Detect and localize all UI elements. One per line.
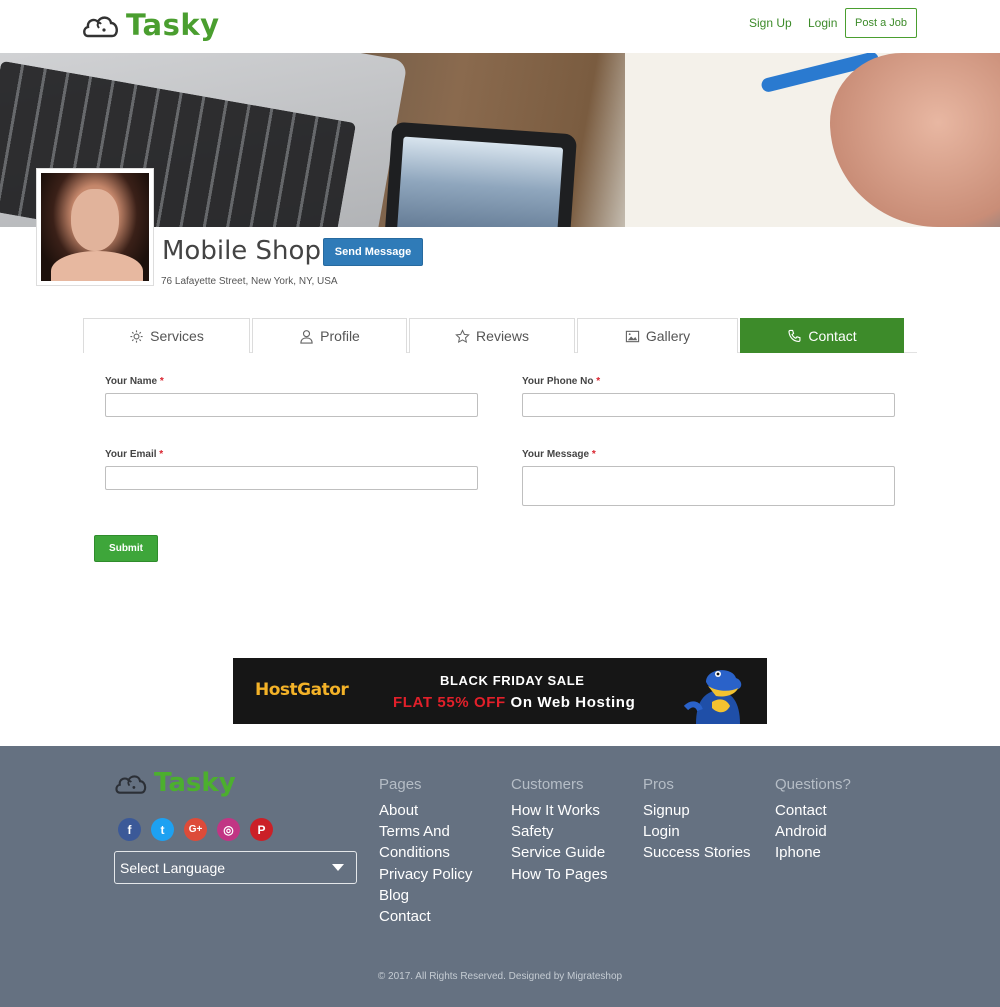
tab-profile-label: Profile	[320, 328, 360, 344]
required-mark: *	[159, 449, 164, 460]
logo-text: Tasky	[126, 8, 220, 42]
submit-button[interactable]: Submit	[94, 535, 158, 562]
footer-col-heading: Questions?	[775, 776, 851, 793]
tab-reviews[interactable]: Reviews	[409, 318, 575, 353]
required-mark: *	[159, 376, 164, 387]
google-plus-icon[interactable]: G+	[184, 818, 207, 841]
hostgator-logo: HostGator	[255, 680, 349, 700]
instagram-icon[interactable]: ◎	[217, 818, 240, 841]
user-icon	[300, 329, 313, 344]
tab-contact-label: Contact	[808, 328, 857, 344]
name-field[interactable]	[105, 393, 478, 417]
footer-link-service-guide[interactable]: Service Guide	[511, 842, 607, 863]
facebook-icon[interactable]: f	[118, 818, 141, 841]
footer-link-signup[interactable]: Signup	[643, 800, 751, 821]
phone-icon	[788, 329, 801, 342]
footer-col-customers: Customers How It Works Safety Service Gu…	[511, 776, 607, 885]
footer-col-heading: Customers	[511, 776, 584, 793]
hostgator-banner-ad[interactable]: HostGator BLACK FRIDAY SALE FLAT 55% OFF…	[233, 658, 767, 724]
footer-col-pros: Pros Signup Login Success Stories	[643, 776, 751, 864]
banner-offer-highlight: FLAT 55% OFF	[393, 694, 506, 711]
image-icon	[625, 330, 639, 342]
tab-reviews-label: Reviews	[476, 328, 529, 344]
name-label: Your Name *	[105, 376, 164, 387]
email-field[interactable]	[105, 466, 478, 490]
gator-mascot-icon	[683, 670, 742, 724]
language-select[interactable]: Select Language	[114, 851, 357, 884]
post-job-button[interactable]: Post a Job	[845, 8, 917, 38]
language-select-value: Select Language	[120, 859, 226, 876]
tab-contact[interactable]: Contact	[740, 318, 904, 353]
banner-offer: FLAT 55% OFF On Web Hosting	[393, 694, 635, 711]
shop-name: Mobile Shop	[162, 236, 321, 266]
footer-link-how-it-works[interactable]: How It Works	[511, 800, 607, 821]
top-navbar: Tasky Sign Up Login Post a Job	[0, 0, 1000, 53]
phone-label: Your Phone No *	[522, 376, 601, 387]
star-icon	[455, 328, 470, 343]
footer-col-heading: Pages	[379, 776, 422, 793]
footer-logo[interactable]: Tasky	[114, 768, 236, 798]
footer-logo-text: Tasky	[154, 768, 236, 798]
gear-icon	[130, 329, 143, 343]
phone-graphic	[383, 121, 578, 227]
footer-link-terms[interactable]: Terms And Conditions	[379, 821, 474, 863]
site-footer: Tasky f t G+ ◎ P Select Language Pages A…	[0, 746, 1000, 1007]
footer-link-login[interactable]: Login	[643, 821, 751, 842]
phone-screen-graphic	[396, 136, 564, 227]
tab-gallery-label: Gallery	[645, 328, 691, 344]
cloud-bunny-logo-icon	[115, 775, 147, 794]
login-link[interactable]: Login	[808, 16, 837, 30]
footer-col-questions: Questions? Contact Android Iphone	[775, 776, 851, 864]
email-label: Your Email *	[105, 449, 164, 460]
twitter-icon[interactable]: t	[151, 818, 174, 841]
footer-link-contact[interactable]: Contact	[379, 906, 474, 927]
footer-link-how-to-pages[interactable]: How To Pages	[511, 864, 607, 885]
required-mark: *	[591, 449, 596, 460]
signup-link[interactable]: Sign Up	[749, 16, 792, 30]
profile-avatar	[36, 168, 154, 286]
footer-link-contact-us[interactable]: Contact	[775, 800, 851, 821]
chevron-down-icon	[332, 864, 344, 871]
tab-profile[interactable]: Profile	[252, 318, 407, 353]
tab-services[interactable]: Services	[83, 318, 250, 353]
message-label: Your Message *	[522, 449, 596, 460]
copyright-text: © 2017. All Rights Reserved. Designed by…	[377, 971, 623, 982]
social-links: f t G+ ◎ P	[118, 818, 273, 841]
footer-col-pages: Pages About Terms And Conditions Privacy…	[379, 776, 474, 927]
footer-link-safety[interactable]: Safety	[511, 821, 607, 842]
footer-link-about[interactable]: About	[379, 800, 474, 821]
footer-col-heading: Pros	[643, 776, 674, 793]
shop-address: 76 Lafayette Street, New York, NY, USA	[161, 276, 338, 287]
required-mark: *	[596, 376, 601, 387]
cloud-bunny-logo-icon	[83, 16, 118, 38]
footer-link-blog[interactable]: Blog	[379, 885, 474, 906]
pinterest-icon[interactable]: P	[250, 818, 273, 841]
banner-offer-rest: On Web Hosting	[510, 694, 636, 711]
send-message-button[interactable]: Send Message	[323, 238, 423, 266]
footer-link-android[interactable]: Android	[775, 821, 851, 842]
site-logo[interactable]: Tasky	[82, 8, 220, 42]
avatar-shoulder	[51, 251, 143, 281]
phone-field[interactable]	[522, 393, 895, 417]
tab-services-label: Services	[150, 328, 204, 344]
footer-link-privacy[interactable]: Privacy Policy	[379, 864, 474, 885]
message-field[interactable]	[522, 466, 895, 506]
avatar-face	[71, 189, 119, 251]
tab-gallery[interactable]: Gallery	[577, 318, 738, 353]
banner-title: BLACK FRIDAY SALE	[440, 673, 585, 688]
footer-link-success-stories[interactable]: Success Stories	[643, 842, 751, 863]
footer-link-iphone[interactable]: Iphone	[775, 842, 851, 863]
avatar-photo	[41, 173, 149, 281]
